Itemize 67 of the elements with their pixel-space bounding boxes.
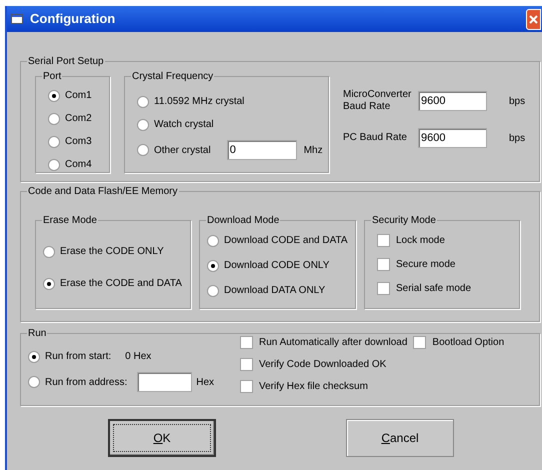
ok-button[interactable]: OK: [108, 419, 216, 457]
group-title: Erase Mode: [42, 214, 98, 228]
radio-label: Download CODE and DATA: [224, 234, 348, 248]
radio-button[interactable]: [48, 90, 60, 102]
radio-button[interactable]: [48, 158, 60, 170]
radio-button[interactable]: [43, 278, 55, 290]
radio-button[interactable]: [137, 118, 149, 130]
radio-label: Download DATA ONLY: [224, 284, 326, 298]
close-button[interactable]: [526, 8, 541, 30]
group-title: Serial Port Setup: [27, 55, 105, 69]
checkbox[interactable]: [377, 258, 390, 271]
group-title: Run: [27, 327, 48, 341]
unit-label: Hex: [196, 376, 214, 390]
radio-label: Erase the CODE and DATA: [60, 277, 182, 291]
radio-button[interactable]: [137, 144, 149, 156]
checkbox[interactable]: [377, 282, 390, 295]
group-title: Security Mode: [371, 214, 437, 228]
radio-button[interactable]: [207, 284, 219, 296]
field-label: PC Baud Rate: [343, 132, 408, 144]
address-value: 0 Hex: [125, 350, 152, 364]
checkbox[interactable]: [240, 358, 253, 371]
checkbox-label: Verify Code Downloaded OK: [259, 358, 386, 372]
radio-label: Download CODE ONLY: [224, 259, 330, 273]
group-title: Code and Data Flash/EE Memory: [27, 185, 179, 199]
checkbox-label: Lock mode: [396, 234, 445, 248]
checkbox[interactable]: [240, 336, 253, 349]
checkbox-label: Run Automatically after download: [259, 336, 408, 350]
radio-label: Com1: [65, 89, 92, 103]
input-field[interactable]: [137, 372, 192, 392]
radio-button[interactable]: [43, 246, 55, 258]
radio-label: 11.0592 MHz crystal: [154, 95, 244, 109]
window-title: Configuration: [30, 10, 116, 28]
checkbox[interactable]: [240, 380, 253, 393]
unit-label: bps: [509, 94, 526, 108]
close-icon: [529, 14, 538, 24]
radio-label: Com3: [65, 135, 92, 149]
window-icon: [11, 14, 23, 24]
radio-button[interactable]: [137, 96, 149, 108]
radio-label: Other crystal: [154, 144, 211, 158]
radio-label: Run from address:: [45, 376, 128, 390]
radio-button[interactable]: [28, 350, 40, 362]
unit-label: bps: [509, 132, 526, 146]
input-field[interactable]: 9600: [418, 128, 487, 148]
checkbox[interactable]: [413, 336, 426, 349]
radio-button[interactable]: [48, 112, 60, 124]
radio-button[interactable]: [207, 234, 219, 246]
checkbox-label: Secure mode: [396, 258, 456, 272]
radio-label: Watch crystal: [154, 118, 214, 132]
radio-label: Com2: [65, 112, 92, 126]
radio-button[interactable]: [207, 260, 219, 272]
group-title: Crystal Frequency: [131, 70, 214, 84]
checkbox-label: Verify Hex file checksum: [259, 380, 368, 394]
radio-button[interactable]: [28, 376, 40, 388]
cancel-button[interactable]: Cancel: [346, 419, 454, 457]
input-field[interactable]: 9600: [418, 91, 487, 111]
unit-label: Mhz: [304, 144, 323, 158]
checkbox-label: Bootload Option: [432, 336, 504, 350]
field-label: MicroConverter Baud Rate: [343, 89, 412, 113]
checkbox-label: Serial safe mode: [396, 282, 472, 296]
radio-label: Run from start:: [45, 350, 112, 364]
input-field[interactable]: 0: [226, 140, 297, 160]
group-title: Port: [42, 70, 62, 84]
group-title: Download Mode: [206, 214, 280, 228]
radio-label: Erase the CODE ONLY: [60, 245, 164, 259]
radio-label: Com4: [65, 158, 92, 172]
radio-button[interactable]: [48, 136, 60, 148]
checkbox[interactable]: [377, 234, 390, 247]
